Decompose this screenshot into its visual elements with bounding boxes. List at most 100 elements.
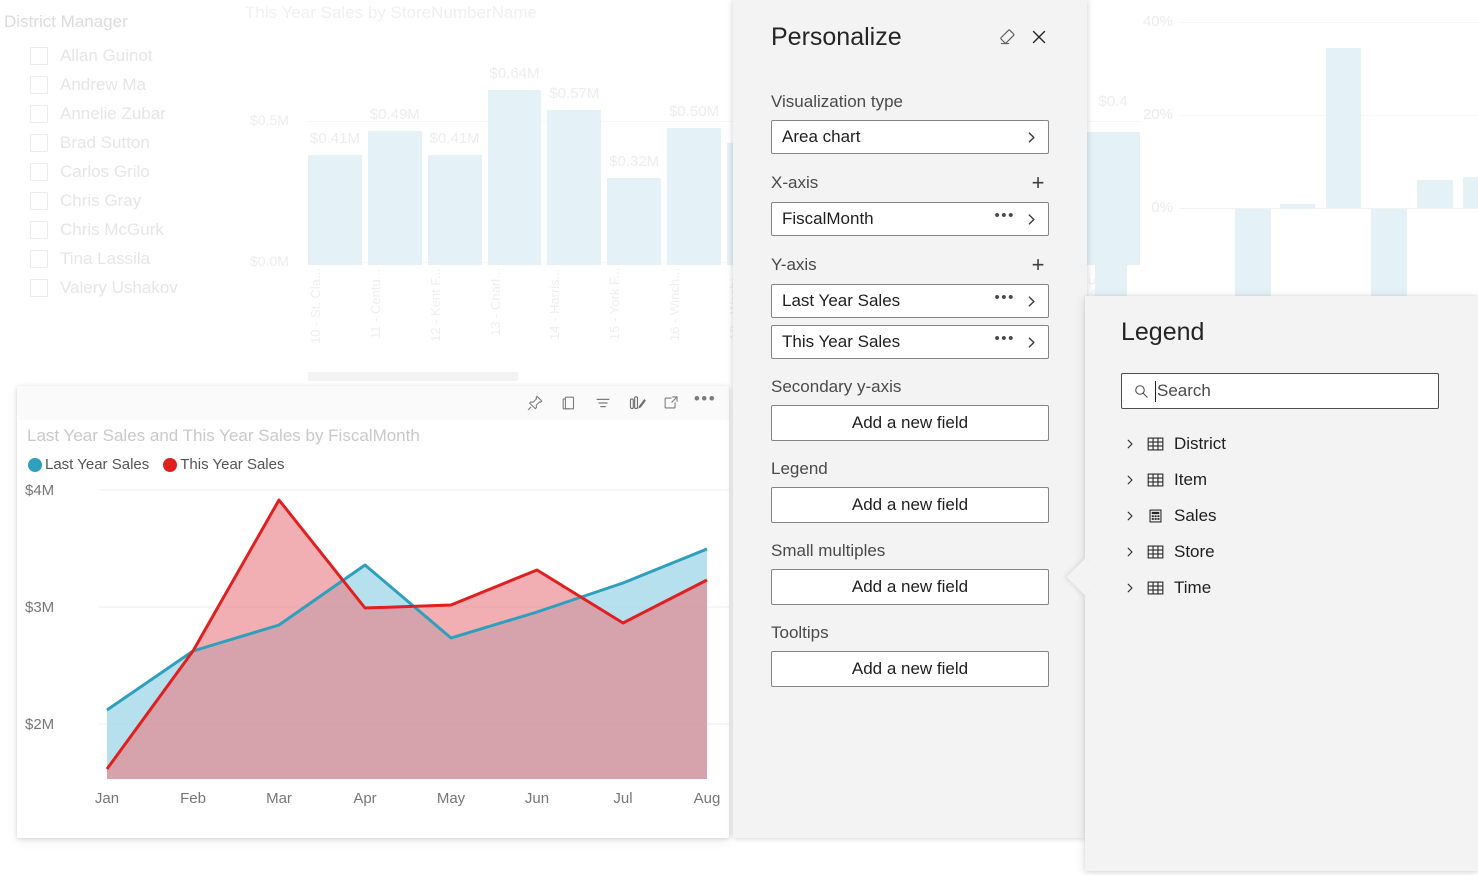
table-icon — [1145, 542, 1165, 562]
checkbox[interactable] — [30, 46, 48, 65]
eraser-icon[interactable] — [991, 21, 1023, 53]
personalize-pane[interactable]: Personalize Visualization type Area char… — [733, 0, 1087, 838]
chevron-right-icon[interactable] — [1121, 543, 1139, 561]
brc-ytick-1: 20% — [1142, 106, 1173, 123]
field-tree-item-label: Store — [1174, 542, 1215, 561]
chevron-right-icon[interactable] — [1023, 129, 1039, 145]
checkbox[interactable] — [30, 191, 48, 210]
checkbox[interactable] — [30, 104, 48, 123]
add-legend-field-button[interactable]: Add a new field — [771, 487, 1049, 523]
table-icon — [1145, 434, 1165, 454]
legend-item-last-year-sales[interactable]: Last Year Sales — [28, 456, 149, 473]
section-label-text: Secondary y-axis — [771, 377, 902, 396]
chevron-right-icon[interactable] — [1121, 471, 1139, 489]
slicer-item-label: Allan Guinot — [60, 45, 153, 65]
x-axis-field-value: FiscalMonth — [782, 209, 874, 228]
legend-field-picker-flyout[interactable]: Legend Search District Item Sales Store … — [1066, 296, 1478, 871]
section-label-text: Y-axis — [771, 255, 817, 274]
x-axis-field-more-icon[interactable]: ••• — [994, 208, 1023, 226]
section-label-x-axis: X-axis + — [771, 172, 1049, 194]
search-icon — [1132, 382, 1150, 400]
legend-field-tree[interactable]: District Item Sales Store Time — [1121, 426, 1458, 606]
y-axis-field-last-year-sales[interactable]: Last Year Sales ••• — [771, 284, 1049, 318]
checkbox[interactable] — [30, 75, 48, 94]
x-axis-field[interactable]: FiscalMonth ••• — [771, 202, 1049, 236]
field-tree-item-label: Time — [1174, 578, 1212, 597]
legend-item-this-year-sales[interactable]: This Year Sales — [163, 456, 284, 473]
chevron-right-icon[interactable] — [1023, 211, 1039, 227]
table-icon — [1145, 470, 1165, 490]
checkbox[interactable] — [30, 133, 48, 152]
add-x-axis-field-button[interactable]: + — [1027, 172, 1049, 194]
legend-label: Last Year Sales — [45, 456, 150, 473]
field-tree-item-time[interactable]: Time — [1121, 570, 1458, 606]
section-label-tooltips: Tooltips — [771, 623, 1049, 643]
close-icon[interactable] — [1023, 21, 1055, 53]
personalize-title: Personalize — [771, 22, 902, 51]
table-icon — [1145, 578, 1165, 598]
x-tick-label: Jul — [613, 790, 633, 807]
personalize-icon[interactable] — [622, 390, 652, 416]
visual-header-toolbar[interactable]: ••• — [17, 386, 729, 420]
chevron-right-icon[interactable] — [1121, 507, 1139, 525]
slicer-item[interactable]: Brad Sutton — [0, 128, 230, 157]
background-percent-chart[interactable]: 40% 20% 0% — [1128, 0, 1478, 310]
checkbox[interactable] — [30, 220, 48, 239]
y-axis-field-value: This Year Sales — [782, 332, 901, 351]
add-y-axis-field-button[interactable]: + — [1027, 254, 1049, 276]
y-axis-field-this-year-sales[interactable]: This Year Sales ••• — [771, 325, 1049, 359]
chevron-right-icon[interactable] — [1121, 579, 1139, 597]
slicer-item[interactable]: Tina Lassila — [0, 244, 230, 273]
slicer-item[interactable]: Chris McGurk — [0, 215, 230, 244]
slicer-item[interactable]: Annelie Zubar — [0, 99, 230, 128]
chevron-right-icon[interactable] — [1121, 435, 1139, 453]
bgc-ytick-0: $0.5M — [250, 112, 289, 128]
pin-icon[interactable] — [520, 390, 550, 416]
slicer-item[interactable]: Chris Gray — [0, 186, 230, 215]
chart-legend[interactable]: Last Year Sales This Year Sales — [28, 456, 293, 473]
slicer-item[interactable]: Allan Guinot — [0, 41, 230, 70]
more-options-icon[interactable]: ••• — [690, 390, 720, 416]
chart-plot-area[interactable]: $4M $3M $2M Jan Feb Mar Apr May Jun Jul … — [17, 482, 729, 838]
slicer-item[interactable]: Carlos Grilo — [0, 157, 230, 186]
add-tooltips-field-button[interactable]: Add a new field — [771, 651, 1049, 687]
area-chart-visual-card[interactable]: ••• Last Year Sales and This Year Sales … — [17, 386, 729, 838]
field-tree-item-store[interactable]: Store — [1121, 534, 1458, 570]
filter-icon[interactable] — [588, 390, 618, 416]
field-tree-item-label: District — [1174, 434, 1226, 453]
chevron-right-icon[interactable] — [1023, 293, 1039, 309]
bgc-horizontal-scrollbar[interactable] — [308, 372, 518, 381]
field-tree-item-sales[interactable]: Sales — [1121, 498, 1458, 534]
legend-search-input[interactable]: Search — [1121, 373, 1439, 409]
slicer-item[interactable]: Valery Ushakov — [0, 273, 230, 302]
checkbox[interactable] — [30, 278, 48, 297]
slicer-item-label: Valery Ushakov — [60, 277, 178, 297]
y-axis-field-value: Last Year Sales — [782, 291, 901, 310]
legend-search-placeholder: Search — [1157, 381, 1211, 400]
checkbox[interactable] — [30, 162, 48, 181]
y-axis-field-more-icon[interactable]: ••• — [994, 331, 1023, 349]
copy-icon[interactable] — [554, 390, 584, 416]
slicer-item-label: Andrew Ma — [60, 74, 146, 94]
x-tick-label: Aug — [693, 790, 721, 807]
background-bar-chart-title: This Year Sales by StoreNumberName — [245, 3, 537, 22]
brc-bar — [1235, 209, 1271, 310]
add-secondary-y-axis-field-button[interactable]: Add a new field — [771, 405, 1049, 441]
checkbox[interactable] — [30, 249, 48, 268]
field-tree-item-item[interactable]: Item — [1121, 462, 1458, 498]
text-caret — [1155, 380, 1156, 402]
add-small-multiples-field-button[interactable]: Add a new field — [771, 569, 1049, 605]
chevron-right-icon[interactable] — [1023, 334, 1039, 350]
slicer-item-label: Brad Sutton — [60, 132, 150, 152]
bg-partial-bar — [1095, 216, 1127, 308]
slicer-item-label: Chris Gray — [60, 190, 142, 210]
field-tree-item-label: Sales — [1174, 506, 1217, 525]
focus-mode-icon[interactable] — [656, 390, 686, 416]
x-tick-label: Mar — [266, 790, 292, 807]
visualization-type-field[interactable]: Area chart — [771, 120, 1049, 154]
visual-title: Last Year Sales and This Year Sales by F… — [27, 426, 420, 445]
y-axis-field-more-icon[interactable]: ••• — [994, 290, 1023, 308]
field-tree-item-district[interactable]: District — [1121, 426, 1458, 462]
slicer-item[interactable]: Andrew Ma — [0, 70, 230, 99]
district-manager-slicer[interactable]: District Manager Allan Guinot Andrew Ma … — [0, 12, 230, 312]
